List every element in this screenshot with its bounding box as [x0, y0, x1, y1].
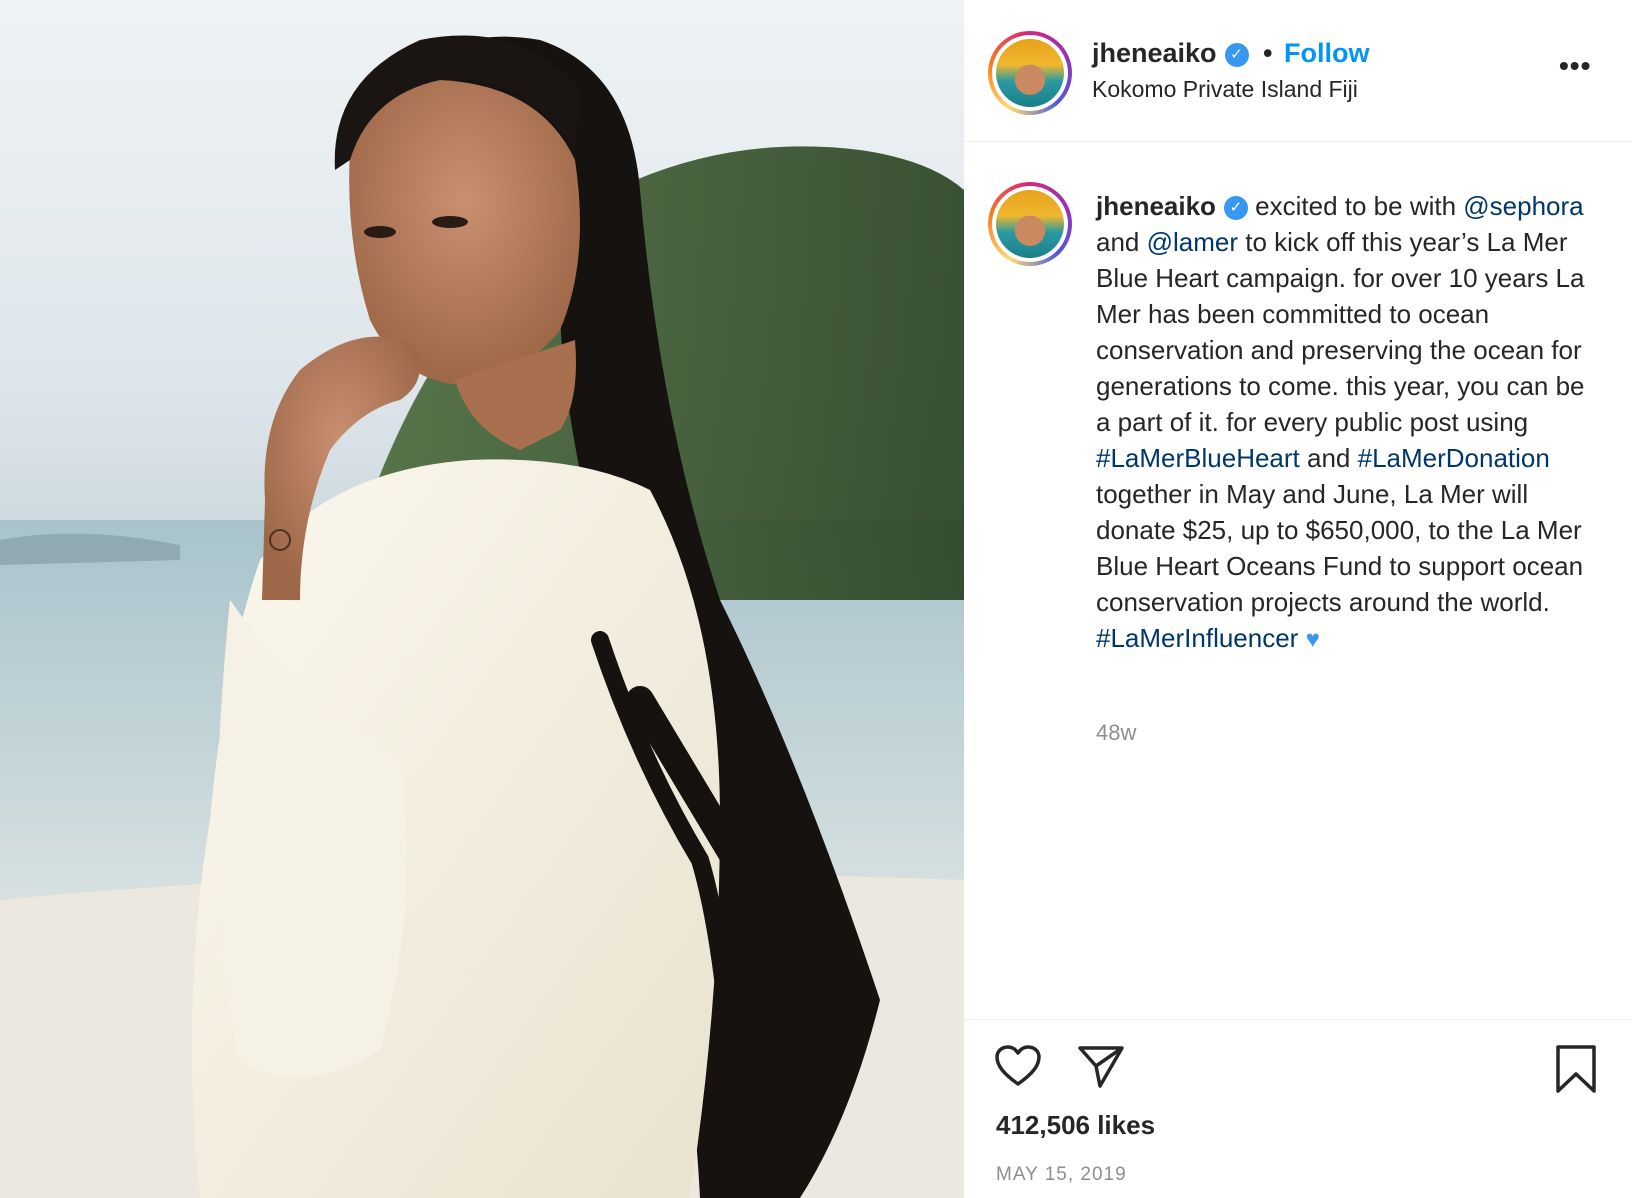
photo-illustration [0, 35, 964, 1198]
post-side-panel: jheneaiko ✓ • Follow Kokomo Private Islan… [964, 0, 1632, 1198]
author-username-row[interactable]: jheneaiko ✓ [1092, 38, 1249, 69]
author-avatar[interactable] [988, 31, 1072, 115]
follow-button[interactable]: Follow [1284, 38, 1369, 69]
actions-bar: 412,506 likes MAY 15, 2019 [964, 1019, 1632, 1198]
mention-link-lamer[interactable]: @lamer [1147, 227, 1238, 257]
more-options-icon[interactable]: ••• [1559, 50, 1591, 82]
caption-text: and [1096, 227, 1147, 257]
mention-link-sephora[interactable]: @sephora [1463, 191, 1583, 221]
blue-heart-emoji: ♥ [1305, 626, 1320, 653]
caption-text: excited to be with [1247, 191, 1464, 221]
paper-plane-icon[interactable] [1076, 1042, 1126, 1095]
caption-text: together in May and June, La Mer will do… [1096, 479, 1584, 617]
caption-username[interactable]: jheneaiko [1096, 191, 1216, 221]
caption-text: to kick off this year’s La Mer Blue Hear… [1096, 227, 1585, 437]
post-header: jheneaiko ✓ • Follow Kokomo Private Islan… [964, 0, 1632, 142]
caption-author-avatar[interactable] [988, 182, 1072, 266]
post-photo[interactable] [0, 0, 964, 1198]
hashtag-link-lamerblueheart[interactable]: #LaMerBlueHeart [1096, 443, 1300, 473]
post-caption: jheneaiko ✓ excited to be with @sephora a… [1096, 188, 1606, 658]
heart-icon[interactable] [994, 1044, 1042, 1093]
separator-dot: • [1263, 38, 1273, 68]
verified-badge-icon: ✓ [1223, 196, 1248, 220]
likes-count[interactable]: 412,506 likes [996, 1110, 1155, 1141]
author-username[interactable]: jheneaiko [1092, 38, 1217, 68]
avatar-image [996, 190, 1064, 258]
caption-text: and [1299, 443, 1358, 473]
location-link[interactable]: Kokomo Private Island Fiji [1092, 76, 1358, 103]
avatar-image [996, 39, 1064, 107]
bookmark-icon[interactable] [1554, 1044, 1598, 1099]
hashtag-link-lamerdonation[interactable]: #LaMerDonation [1358, 443, 1550, 473]
verified-badge-icon: ✓ [1224, 43, 1249, 67]
hashtag-link-lamerinfluencer[interactable]: #LaMerInfluencer [1096, 623, 1298, 653]
post-age[interactable]: 48w [1096, 720, 1136, 746]
post-date: MAY 15, 2019 [996, 1164, 1127, 1185]
